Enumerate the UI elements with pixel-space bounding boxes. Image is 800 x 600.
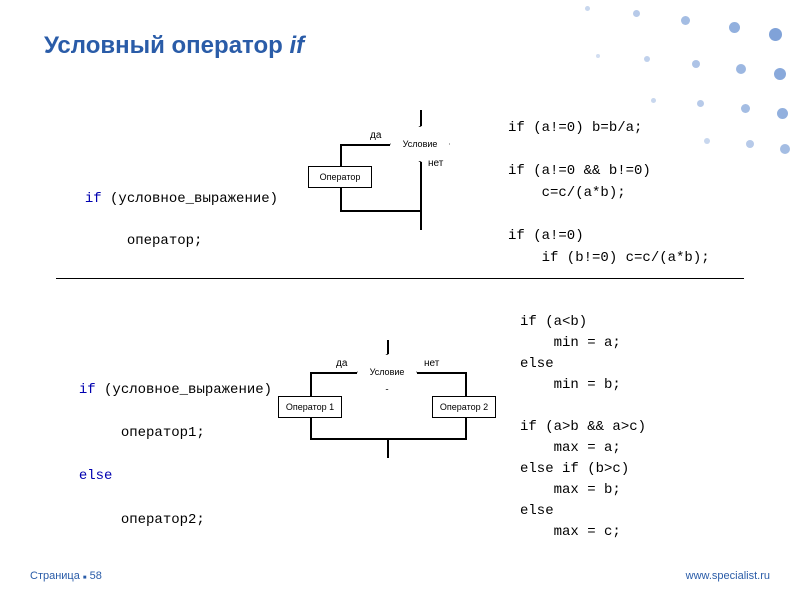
kw-if: if — [79, 382, 96, 398]
operator1-box: Оператор 1 — [278, 396, 342, 418]
operator-box: Оператор — [308, 166, 372, 188]
title-if: if — [289, 32, 304, 59]
label-no: нет — [428, 158, 443, 169]
flowchart-if-else: Условие да нет Оператор 1 Оператор 2 — [272, 340, 512, 470]
code-left-if-else: if (условное_выражение) оператор1; else … — [62, 358, 272, 532]
code-examples-if-else: if (a<b) min = a; else min = b; if (a>b … — [520, 312, 646, 543]
page-number: Страница ■ 58 — [30, 570, 102, 582]
code-left-simple-if: if (условное_выражение) оператор; — [68, 168, 278, 252]
condition-diamond: Условие — [390, 126, 450, 162]
flowchart-simple-if: Условие да нет Оператор — [290, 110, 490, 240]
footer-url: www.specialist.ru — [686, 570, 770, 582]
label-yes: да — [370, 130, 381, 141]
slide-title: Условный оператор if — [44, 32, 304, 60]
kw-else: else — [79, 468, 113, 484]
kw-if: if — [85, 191, 102, 207]
code-examples-simple: if (a!=0) b=b/a; if (a!=0 && b!=0) c=c/(… — [508, 118, 710, 270]
label-yes: да — [336, 358, 347, 369]
operator2-box: Оператор 2 — [432, 396, 496, 418]
condition-diamond: Условие — [357, 354, 417, 390]
label-no: нет — [424, 358, 439, 369]
title-main: Условный оператор — [44, 32, 289, 59]
section-divider — [56, 278, 744, 279]
